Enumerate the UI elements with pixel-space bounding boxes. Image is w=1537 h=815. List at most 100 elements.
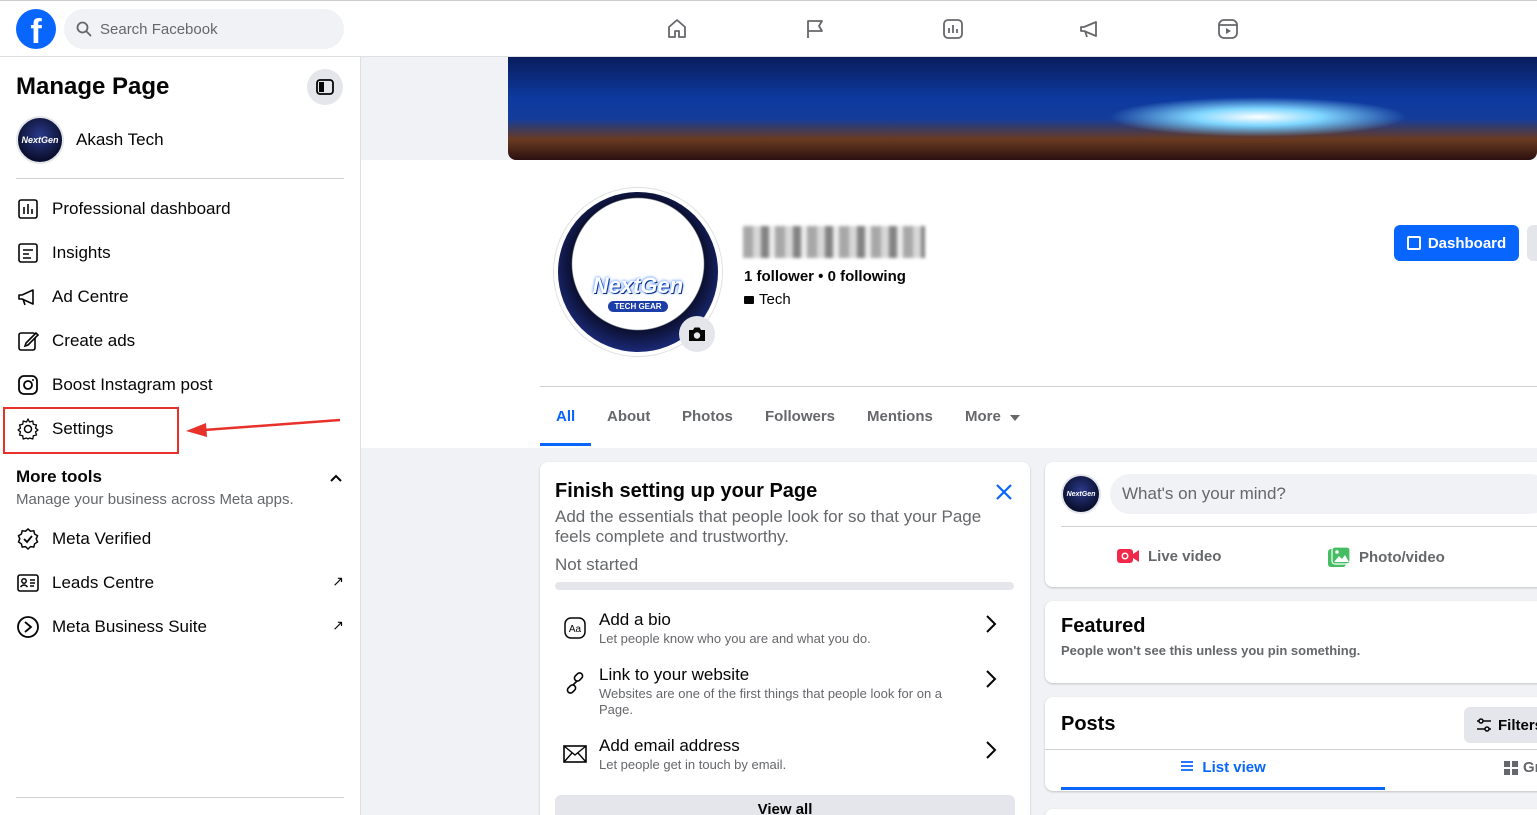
facebook-logo[interactable]: f [16, 9, 56, 49]
sidebar-item-label: Meta Verified [52, 529, 152, 548]
sidebar-item-meta-verified[interactable]: Meta Verified [16, 519, 344, 559]
task-description: Websites are one of the first things tha… [599, 686, 943, 717]
tab-about[interactable]: About [607, 408, 650, 425]
task-add-email[interactable]: Add email address Let people get in touc… [555, 736, 1015, 784]
pencil-icon [16, 329, 40, 353]
featured-card: Featured People won't see this unless yo… [1045, 601, 1537, 683]
active-view-indicator [1061, 787, 1385, 790]
cover-photo[interactable] [508, 57, 1537, 160]
filters-button[interactable]: Filters [1464, 707, 1537, 743]
sidebar-item-label: Professional dashboard [52, 199, 231, 218]
megaphone-icon[interactable] [1076, 15, 1104, 43]
live-video-button[interactable]: Live video [1116, 546, 1221, 566]
task-title: Add a bio [599, 610, 671, 629]
composer-avatar: NextGen [1061, 474, 1101, 514]
update-profile-picture-button[interactable] [679, 316, 715, 352]
photo-video-button[interactable]: Photo/video [1327, 546, 1445, 568]
top-navigation-bar: f Search Facebook [0, 0, 1537, 57]
page-switcher[interactable]: NextGen Akash Tech [16, 116, 164, 164]
close-icon[interactable] [994, 478, 1014, 509]
task-link-website[interactable]: Link to your website Websites are one of… [555, 665, 1015, 725]
posts-card: Posts Filters List view Gr [1045, 697, 1537, 791]
photo-video-label: Photo/video [1359, 548, 1445, 566]
posts-divider [1045, 749, 1537, 750]
task-description: Let people know who you are and what you… [599, 631, 871, 646]
tab-followers[interactable]: Followers [765, 408, 835, 425]
text-aa-icon: Aa [563, 616, 587, 640]
profile-header: NextGen TECH GEAR 1 follower • 0 followi… [361, 160, 1537, 448]
sidebar-item-ad-centre[interactable]: Ad Centre [16, 277, 344, 317]
chevron-right-icon [985, 740, 997, 765]
tab-more[interactable]: More [965, 408, 1021, 425]
task-title: Link to your website [599, 665, 750, 684]
sidebar-item-meta-business-suite[interactable]: Meta Business Suite ↗ [16, 607, 344, 647]
filters-label: Filters [1498, 716, 1537, 734]
caret-down-icon [1010, 415, 1021, 421]
sidebar-item-create-ads[interactable]: Create ads [16, 321, 344, 361]
sidebar-divider [16, 797, 344, 798]
megaphone-icon [16, 285, 40, 309]
follower-count[interactable]: 1 follower • 0 following [744, 268, 906, 285]
flag-icon[interactable] [801, 15, 829, 43]
cover-glow [1108, 97, 1408, 137]
briefcase-icon [744, 295, 754, 304]
sidebar-item-insights[interactable]: Insights [16, 233, 344, 273]
verified-badge-icon [16, 527, 40, 551]
sidebar-item-label: Insights [52, 243, 111, 262]
view-all-button[interactable]: View all [555, 795, 1015, 815]
business-suite-icon [16, 615, 40, 639]
page-main-content: NextGen TECH GEAR 1 follower • 0 followi… [361, 57, 1537, 815]
post-composer-card: NextGen What's on your mind? Live video … [1045, 462, 1537, 587]
chevron-right-icon [985, 669, 997, 694]
featured-title: Featured [1061, 615, 1146, 637]
camera-icon [689, 327, 705, 341]
setup-description: Add the essentials that people look for … [555, 507, 982, 546]
whats-on-your-mind-input[interactable]: What's on your mind? [1110, 474, 1537, 514]
tabs-divider [540, 386, 1537, 387]
grid-view-label: Gr [1523, 759, 1537, 776]
dashboard-button[interactable]: Dashboard [1394, 225, 1519, 261]
tab-more-label: More [965, 408, 1001, 425]
page-name: Akash Tech [76, 130, 164, 149]
search-field[interactable]: Search Facebook [64, 9, 344, 49]
sidebar-item-leads-centre[interactable]: Leads Centre ↗ [16, 563, 344, 603]
sidebar-title: Manage Page [16, 73, 170, 100]
svg-text:Aa: Aa [569, 624, 582, 635]
sidebar-item-boost-instagram[interactable]: Boost Instagram post [16, 365, 344, 405]
logo-title: NextGen [592, 272, 684, 298]
setup-status: Not started [555, 555, 639, 574]
home-icon[interactable] [663, 15, 691, 43]
insights-icon [16, 241, 40, 265]
sidebar-item-label: Meta Business Suite [52, 617, 207, 636]
tab-photos[interactable]: Photos [682, 408, 733, 425]
next-card [1045, 809, 1537, 815]
sidebar-item-label: Leads Centre [52, 573, 155, 592]
collapse-sidebar-button[interactable] [307, 69, 343, 105]
grid-view-tab[interactable]: Gr [1503, 759, 1537, 776]
posts-title: Posts [1061, 713, 1116, 735]
sidebar-divider [16, 178, 344, 179]
sidebar-item-professional-dashboard[interactable]: Professional dashboard [16, 189, 344, 229]
tab-mentions[interactable]: Mentions [867, 408, 933, 425]
insights-icon[interactable] [939, 15, 967, 43]
sidebar-item-label: Ad Centre [52, 287, 129, 306]
chevron-up-icon[interactable] [330, 469, 342, 485]
filter-sliders-icon [1477, 718, 1491, 732]
tab-all[interactable]: All [556, 408, 575, 425]
more-tools-heading: More tools [16, 467, 102, 486]
reels-icon[interactable] [1214, 15, 1242, 43]
featured-subtitle: People won't see this unless you pin som… [1061, 643, 1361, 658]
setup-title: Finish setting up your Page [555, 480, 818, 502]
list-view-tab[interactable]: List view [1061, 759, 1385, 776]
secondary-action-button[interactable] [1527, 225, 1537, 261]
annotation-arrow-icon [186, 418, 341, 437]
more-tools-subtitle: Manage your business across Meta apps. [16, 491, 294, 508]
link-icon [563, 671, 587, 695]
live-video-icon [1117, 549, 1139, 563]
photo-icon [1328, 546, 1351, 567]
live-video-label: Live video [1148, 547, 1222, 565]
task-add-bio[interactable]: Aa Add a bio Let people know who you are… [555, 610, 1015, 658]
dashboard-icon [16, 197, 40, 221]
search-icon [76, 21, 92, 37]
settings-highlight-box [3, 407, 179, 454]
